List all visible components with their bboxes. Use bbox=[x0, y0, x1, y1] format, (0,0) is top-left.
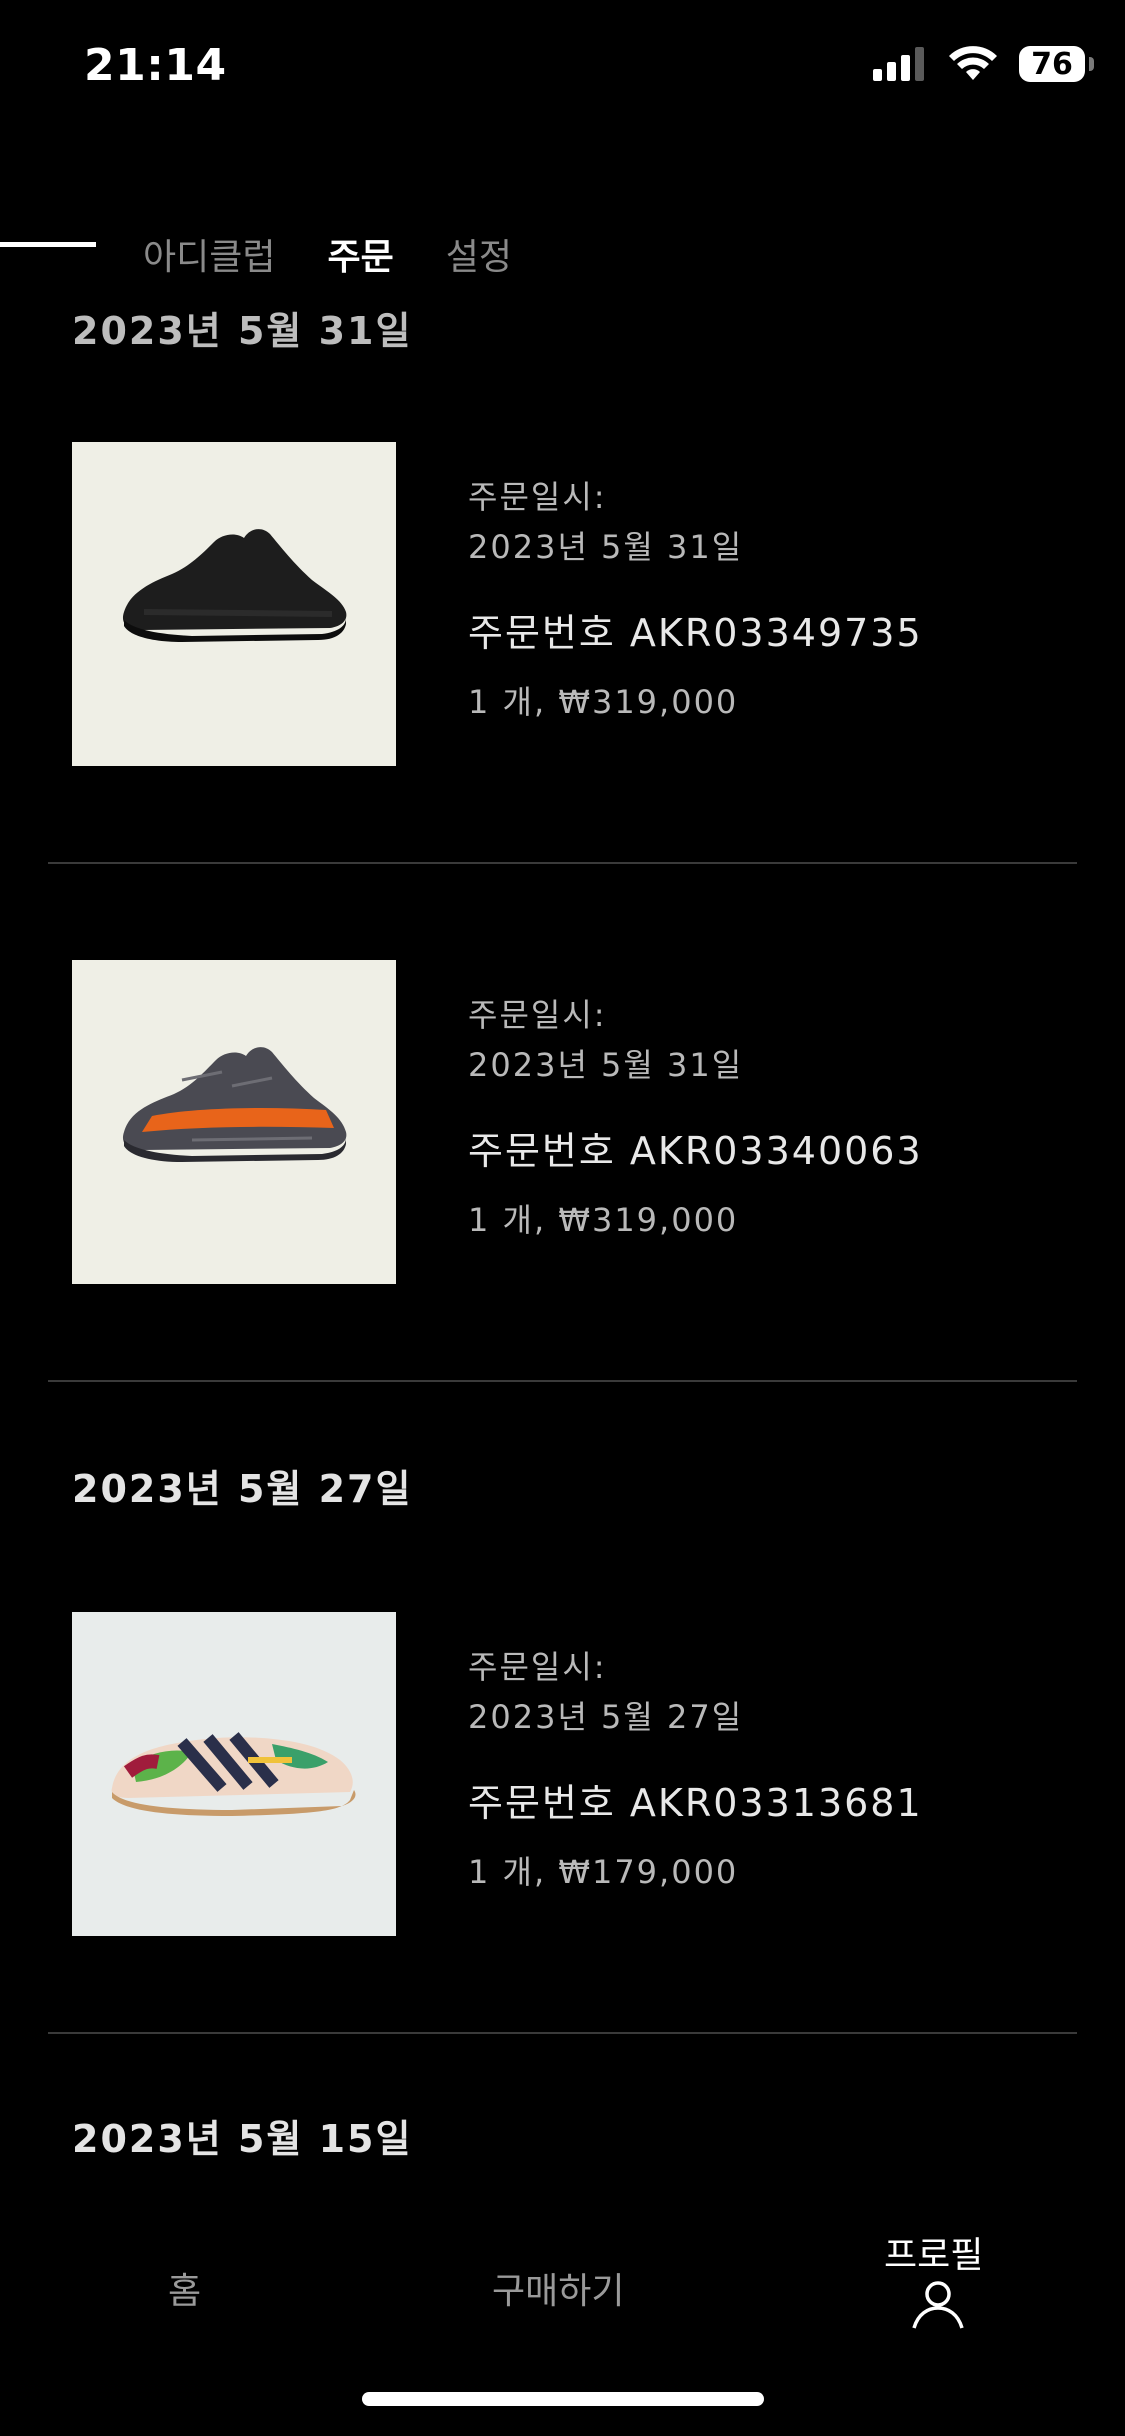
nav-shop[interactable]: 구매하기 bbox=[492, 2262, 624, 2314]
nav-home[interactable]: 홈 bbox=[168, 2262, 201, 2314]
order-summary: 1 개, ₩319,000 bbox=[468, 1201, 739, 1239]
orders-screen: 21:14 76 2023년 5월 31일 주문일시: 2023년 5월 31일… bbox=[0, 0, 1125, 2436]
sneaker-orange-stripe-image bbox=[122, 1047, 347, 1162]
profile-tabs: 아디클럽 주문 설정 bbox=[143, 228, 512, 280]
order-date-label: 주문일시: bbox=[468, 1648, 607, 1686]
sneaker-floral-image bbox=[111, 1732, 356, 1816]
tab-settings[interactable]: 설정 bbox=[446, 228, 512, 280]
order-meta: 주문일시: 2023년 5월 31일 주문번호 AKR03340063 1 개,… bbox=[468, 990, 923, 1241]
nav-profile[interactable]: 프로필 bbox=[884, 2226, 983, 2278]
status-icons: 76 bbox=[873, 46, 1094, 82]
date-header: 2023년 5월 15일 bbox=[72, 2117, 413, 2161]
tab-orders[interactable]: 주문 bbox=[327, 228, 393, 280]
divider bbox=[48, 862, 1077, 864]
divider bbox=[48, 1380, 1077, 1382]
cellular-signal-icon bbox=[873, 47, 924, 81]
status-bar: 21:14 76 bbox=[0, 0, 1125, 140]
order-date: 2023년 5월 31일 bbox=[468, 1046, 744, 1084]
tab-active-indicator bbox=[0, 242, 96, 247]
order-summary: 1 개, ₩319,000 bbox=[468, 683, 739, 721]
date-header-partial: 2023년 5월 31일 bbox=[72, 309, 413, 353]
wifi-icon bbox=[949, 46, 997, 80]
date-header: 2023년 5월 27일 bbox=[72, 1467, 413, 1511]
sneaker-black-image bbox=[122, 529, 347, 642]
order-number[interactable]: 주문번호 AKR03313681 bbox=[468, 1772, 923, 1827]
product-thumbnail[interactable] bbox=[72, 960, 396, 1284]
order-date: 2023년 5월 27일 bbox=[468, 1698, 744, 1736]
order-summary: 1 개, ₩179,000 bbox=[468, 1853, 739, 1891]
order-number[interactable]: 주문번호 AKR03349735 bbox=[468, 602, 923, 657]
order-meta: 주문일시: 2023년 5월 27일 주문번호 AKR03313681 1 개,… bbox=[468, 1642, 923, 1893]
order-date: 2023년 5월 31일 bbox=[468, 528, 744, 566]
order-item[interactable]: 주문일시: 2023년 5월 31일 주문번호 AKR03349735 1 개,… bbox=[0, 442, 1125, 782]
order-item[interactable]: 주문일시: 2023년 5월 27일 주문번호 AKR03313681 1 개,… bbox=[0, 1612, 1125, 1952]
profile-person-icon[interactable] bbox=[910, 2280, 966, 2330]
order-date-label: 주문일시: bbox=[468, 996, 607, 1034]
home-indicator[interactable] bbox=[362, 2392, 764, 2406]
product-thumbnail[interactable] bbox=[72, 1612, 396, 1936]
order-date-label: 주문일시: bbox=[468, 478, 607, 516]
order-number[interactable]: 주문번호 AKR03340063 bbox=[468, 1120, 923, 1175]
battery-level: 76 bbox=[1031, 46, 1073, 82]
battery-cap bbox=[1089, 57, 1094, 71]
order-meta: 주문일시: 2023년 5월 31일 주문번호 AKR03349735 1 개,… bbox=[468, 472, 923, 723]
battery-indicator: 76 bbox=[1019, 46, 1094, 82]
divider bbox=[48, 2032, 1077, 2034]
product-thumbnail[interactable] bbox=[72, 442, 396, 766]
status-time: 21:14 bbox=[84, 40, 227, 91]
tab-adiclub[interactable]: 아디클럽 bbox=[143, 228, 275, 280]
order-item[interactable]: 주문일시: 2023년 5월 31일 주문번호 AKR03340063 1 개,… bbox=[0, 960, 1125, 1300]
